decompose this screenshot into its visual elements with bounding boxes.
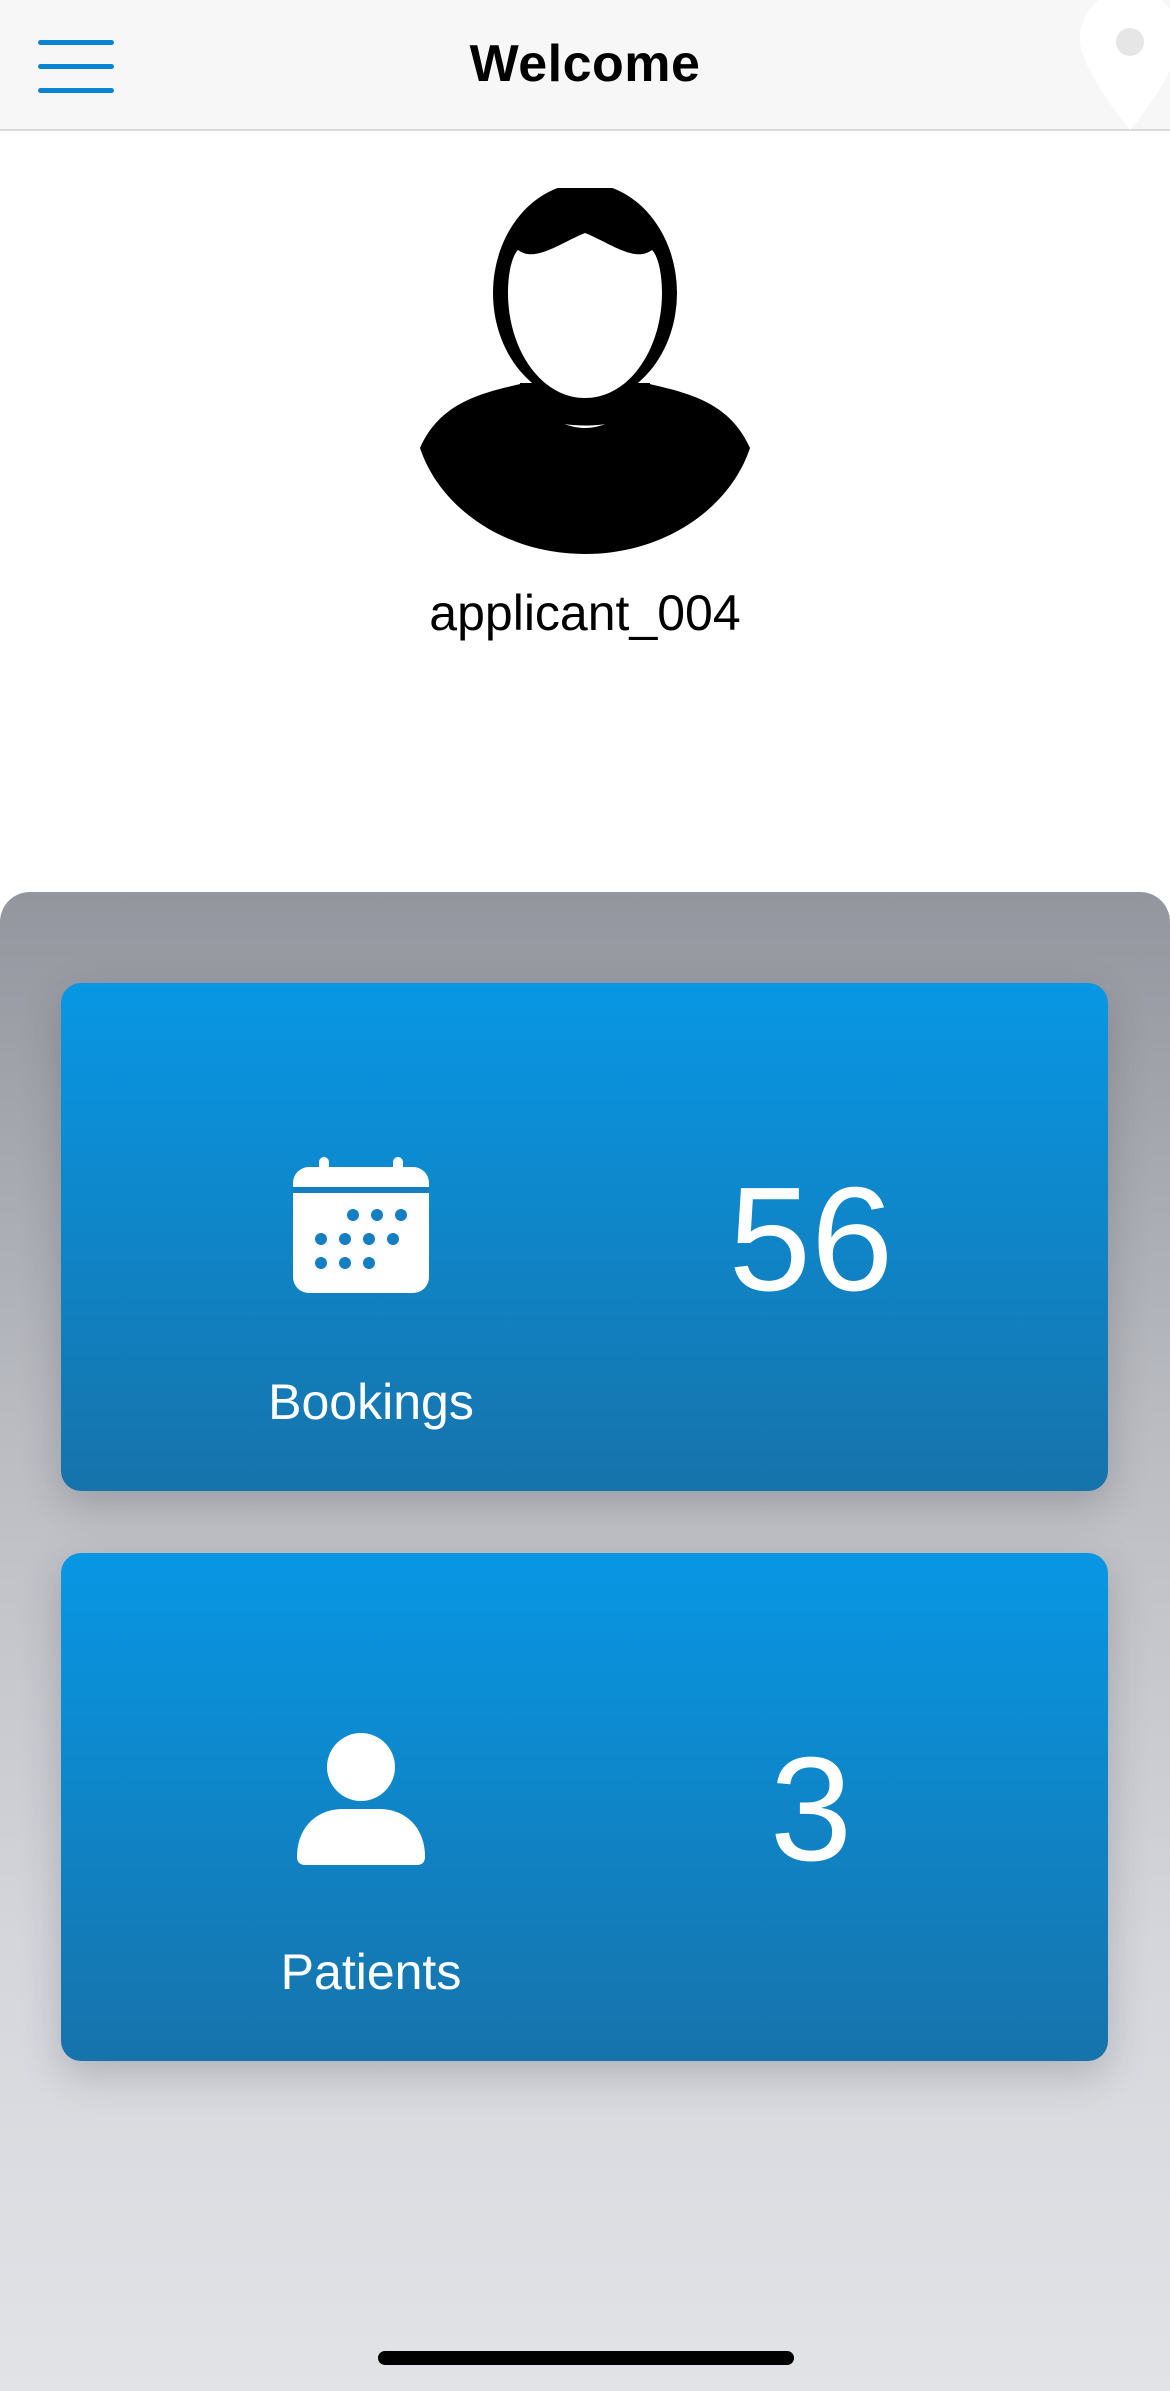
bookings-count: 56: [728, 1157, 894, 1322]
patients-card[interactable]: Patients 3: [61, 1553, 1108, 2061]
home-indicator[interactable]: [378, 2351, 794, 2365]
person-icon: [297, 1733, 425, 1865]
username-label: applicant_004: [429, 585, 741, 641]
patients-label: Patients: [280, 1944, 462, 2000]
bookings-card[interactable]: Bookings 56: [61, 983, 1108, 1491]
patients-count: 3: [769, 1727, 853, 1892]
map-pin-icon[interactable]: [1078, 0, 1170, 130]
calendar-icon: [293, 1157, 429, 1293]
user-avatar-icon: [420, 188, 750, 554]
page-title: Welcome: [469, 35, 701, 93]
top-navigation-bar: Welcome: [0, 0, 1170, 131]
bookings-label: Bookings: [268, 1374, 474, 1430]
